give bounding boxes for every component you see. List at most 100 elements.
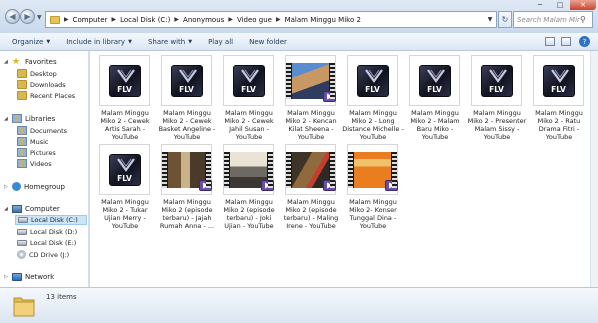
flv-icon: FLV <box>542 64 575 97</box>
flv-label: FLV <box>117 173 132 183</box>
drive-icon <box>17 229 27 235</box>
nav-favorites[interactable]: ◢ ★ Favorites <box>4 57 57 67</box>
breadcrumb-video-gue[interactable]: Video gue <box>237 16 272 24</box>
chevron-right-icon[interactable]: ▶ <box>276 16 281 23</box>
nav-label: Desktop <box>30 69 57 78</box>
recent-pages-dropdown[interactable]: ▼ <box>37 14 42 21</box>
nav-homegroup[interactable]: ▷ Homegroup <box>4 182 65 191</box>
nav-libraries[interactable]: ◢ Libraries <box>4 114 55 123</box>
nav-label: Favorites <box>25 58 57 66</box>
nav-label: Recent Places <box>30 91 76 100</box>
forward-button[interactable]: ▶ <box>20 9 35 24</box>
nav-music[interactable]: Music <box>17 137 49 146</box>
preview-pane-icon[interactable] <box>561 37 571 46</box>
back-button[interactable]: ◀ <box>5 9 20 24</box>
file-item[interactable]: Malam Minggu Miko 2 (episode terbaru) - … <box>280 142 342 232</box>
expand-icon[interactable]: ▷ <box>4 274 12 280</box>
play-overlay-icon <box>323 179 336 191</box>
breadcrumb-anonymous[interactable]: Anonymous <box>183 16 224 24</box>
file-item[interactable]: FLV Malam Minggu Miko 2 - Cewek Basket An… <box>156 53 218 143</box>
breadcrumb-local-disk[interactable]: Local Disk (C:) <box>120 16 170 24</box>
expand-icon[interactable]: ▷ <box>4 184 12 190</box>
organize-button[interactable]: Organize ▼ <box>12 38 50 46</box>
nav-network[interactable]: ▷ Network <box>4 273 54 281</box>
file-item[interactable]: FLV Malam Minggu Miko 2 - Ratu Drama Fitr… <box>528 53 590 143</box>
nav-label: Homegroup <box>24 182 66 191</box>
nav-local-disk-e[interactable]: Local Disk (E:) <box>17 239 76 247</box>
file-item[interactable]: Malam Minggu Miko 2 (episode terbaru) - … <box>218 142 280 232</box>
flv-file-icon: FLV <box>223 55 274 106</box>
file-item[interactable]: FLV Malam Minggu Miko 2 - Presenter Malam… <box>466 53 528 143</box>
include-in-library-button[interactable]: Include in library ▼ <box>66 38 132 46</box>
downloads-icon <box>17 80 27 89</box>
breadcrumb-computer[interactable]: Computer <box>73 16 108 24</box>
change-view-icon[interactable] <box>545 37 555 46</box>
flv-icon: FLV <box>108 153 141 186</box>
nav-downloads[interactable]: Downloads <box>17 80 66 89</box>
file-name: Malam Minggu Miko 2 - Cewek Basket Angel… <box>158 109 216 141</box>
play-overlay-icon <box>385 179 398 191</box>
chevron-right-icon[interactable]: ▶ <box>64 16 69 23</box>
file-name: Malam Minggu Miko 2 (episode terbaru) - … <box>223 198 275 230</box>
close-button[interactable]: ✕ <box>570 0 596 10</box>
nav-videos[interactable]: Videos <box>17 159 52 168</box>
file-item[interactable]: Malam Minggu Miko 2 - Kencan Kilat Sheen… <box>280 53 342 143</box>
folder-icon <box>13 297 35 317</box>
file-item[interactable]: Malam Minggu Miko 2 (episode terbaru) - … <box>156 142 218 232</box>
play-all-button[interactable]: Play all <box>208 38 233 46</box>
nav-cd-drive[interactable]: CD Drive (J:) <box>17 250 69 259</box>
film-strip <box>286 62 336 102</box>
maximize-button[interactable]: □ <box>550 0 570 10</box>
flv-label: FLV <box>551 84 566 94</box>
search-box[interactable]: Search Malam Minggu... ⚲ <box>513 11 593 28</box>
flv-label: FLV <box>365 84 380 94</box>
desktop-icon <box>17 69 27 78</box>
nav-label: Music <box>30 137 49 146</box>
share-with-label: Share with <box>147 37 186 46</box>
chevron-right-icon[interactable]: ▶ <box>228 16 233 23</box>
nav-computer[interactable]: ◢ Computer <box>4 205 60 213</box>
collapse-icon[interactable]: ◢ <box>4 59 12 65</box>
breadcrumb-current-folder[interactable]: Malam Minggu Miko 2 <box>285 16 361 24</box>
nav-local-disk-c[interactable]: Local Disk (C:) <box>15 215 87 225</box>
chevron-right-icon[interactable]: ▶ <box>174 16 179 23</box>
chevron-down-icon[interactable]: ▼ <box>484 12 496 27</box>
address-bar[interactable]: ▶ Computer ▶ Local Disk (C:) ▶ Anonymous… <box>45 11 497 28</box>
flv-icon: FLV <box>170 64 203 97</box>
file-item[interactable]: FLV Malam Minggu Miko 2 - Cewek Artis Sar… <box>94 53 156 143</box>
file-item[interactable]: FLV Malam Minggu Miko 2 - Tukar Ujian Mer… <box>94 142 156 232</box>
new-folder-label: New folder <box>249 37 287 46</box>
nav-pictures[interactable]: Pictures <box>17 148 56 157</box>
collapse-icon[interactable]: ◢ <box>4 206 12 212</box>
file-item[interactable]: FLV Malam Minggu Miko 2 - Long Distance M… <box>342 53 404 143</box>
refresh-button[interactable]: ↻ <box>498 11 512 28</box>
nav-label: Pictures <box>30 148 56 157</box>
file-item[interactable]: Malam Minggu Miko 2- Konser Tunggal Dina… <box>342 142 404 232</box>
file-item[interactable]: FLV Malam Minggu Miko 2 - Malam Baru Miko… <box>404 53 466 143</box>
refresh-icon: ↻ <box>501 15 509 24</box>
nav-desktop[interactable]: Desktop <box>17 69 57 78</box>
file-name: Malam Minggu Miko 2- Konser Tunggal Dina… <box>349 198 397 230</box>
nav-recent-places[interactable]: Recent Places <box>17 91 75 100</box>
vertical-scrollbar[interactable] <box>590 51 598 287</box>
new-folder-button[interactable]: New folder <box>249 38 287 46</box>
file-view[interactable]: FLV Malam Minggu Miko 2 - Cewek Artis Sar… <box>90 51 598 287</box>
arrow-right-icon: ▶ <box>24 12 31 21</box>
nav-label: Computer <box>25 205 60 213</box>
view-controls: ? <box>539 36 590 47</box>
search-input[interactable]: Search Malam Minggu... <box>514 16 580 24</box>
collapse-icon[interactable]: ◢ <box>4 116 12 122</box>
pictures-icon <box>17 148 27 157</box>
flv-icon: FLV <box>108 64 141 97</box>
file-name: Malam Minggu Miko 2 - Malam Baru Miko - … <box>410 109 460 141</box>
minimize-button[interactable]: ─ <box>530 0 550 10</box>
flv-logo-icon <box>116 157 135 172</box>
help-icon[interactable]: ? <box>579 36 590 47</box>
chevron-right-icon[interactable]: ▶ <box>111 16 116 23</box>
nav-local-disk-d[interactable]: Local Disk (D:) <box>17 228 77 236</box>
flv-file-icon: FLV <box>99 55 150 106</box>
nav-documents[interactable]: Documents <box>17 126 67 135</box>
flv-file-icon: FLV <box>533 55 584 106</box>
file-item[interactable]: FLV Malam Minggu Miko 2 - Cewek Jahil Sus… <box>218 53 280 143</box>
share-with-button[interactable]: Share with ▼ <box>148 38 192 46</box>
